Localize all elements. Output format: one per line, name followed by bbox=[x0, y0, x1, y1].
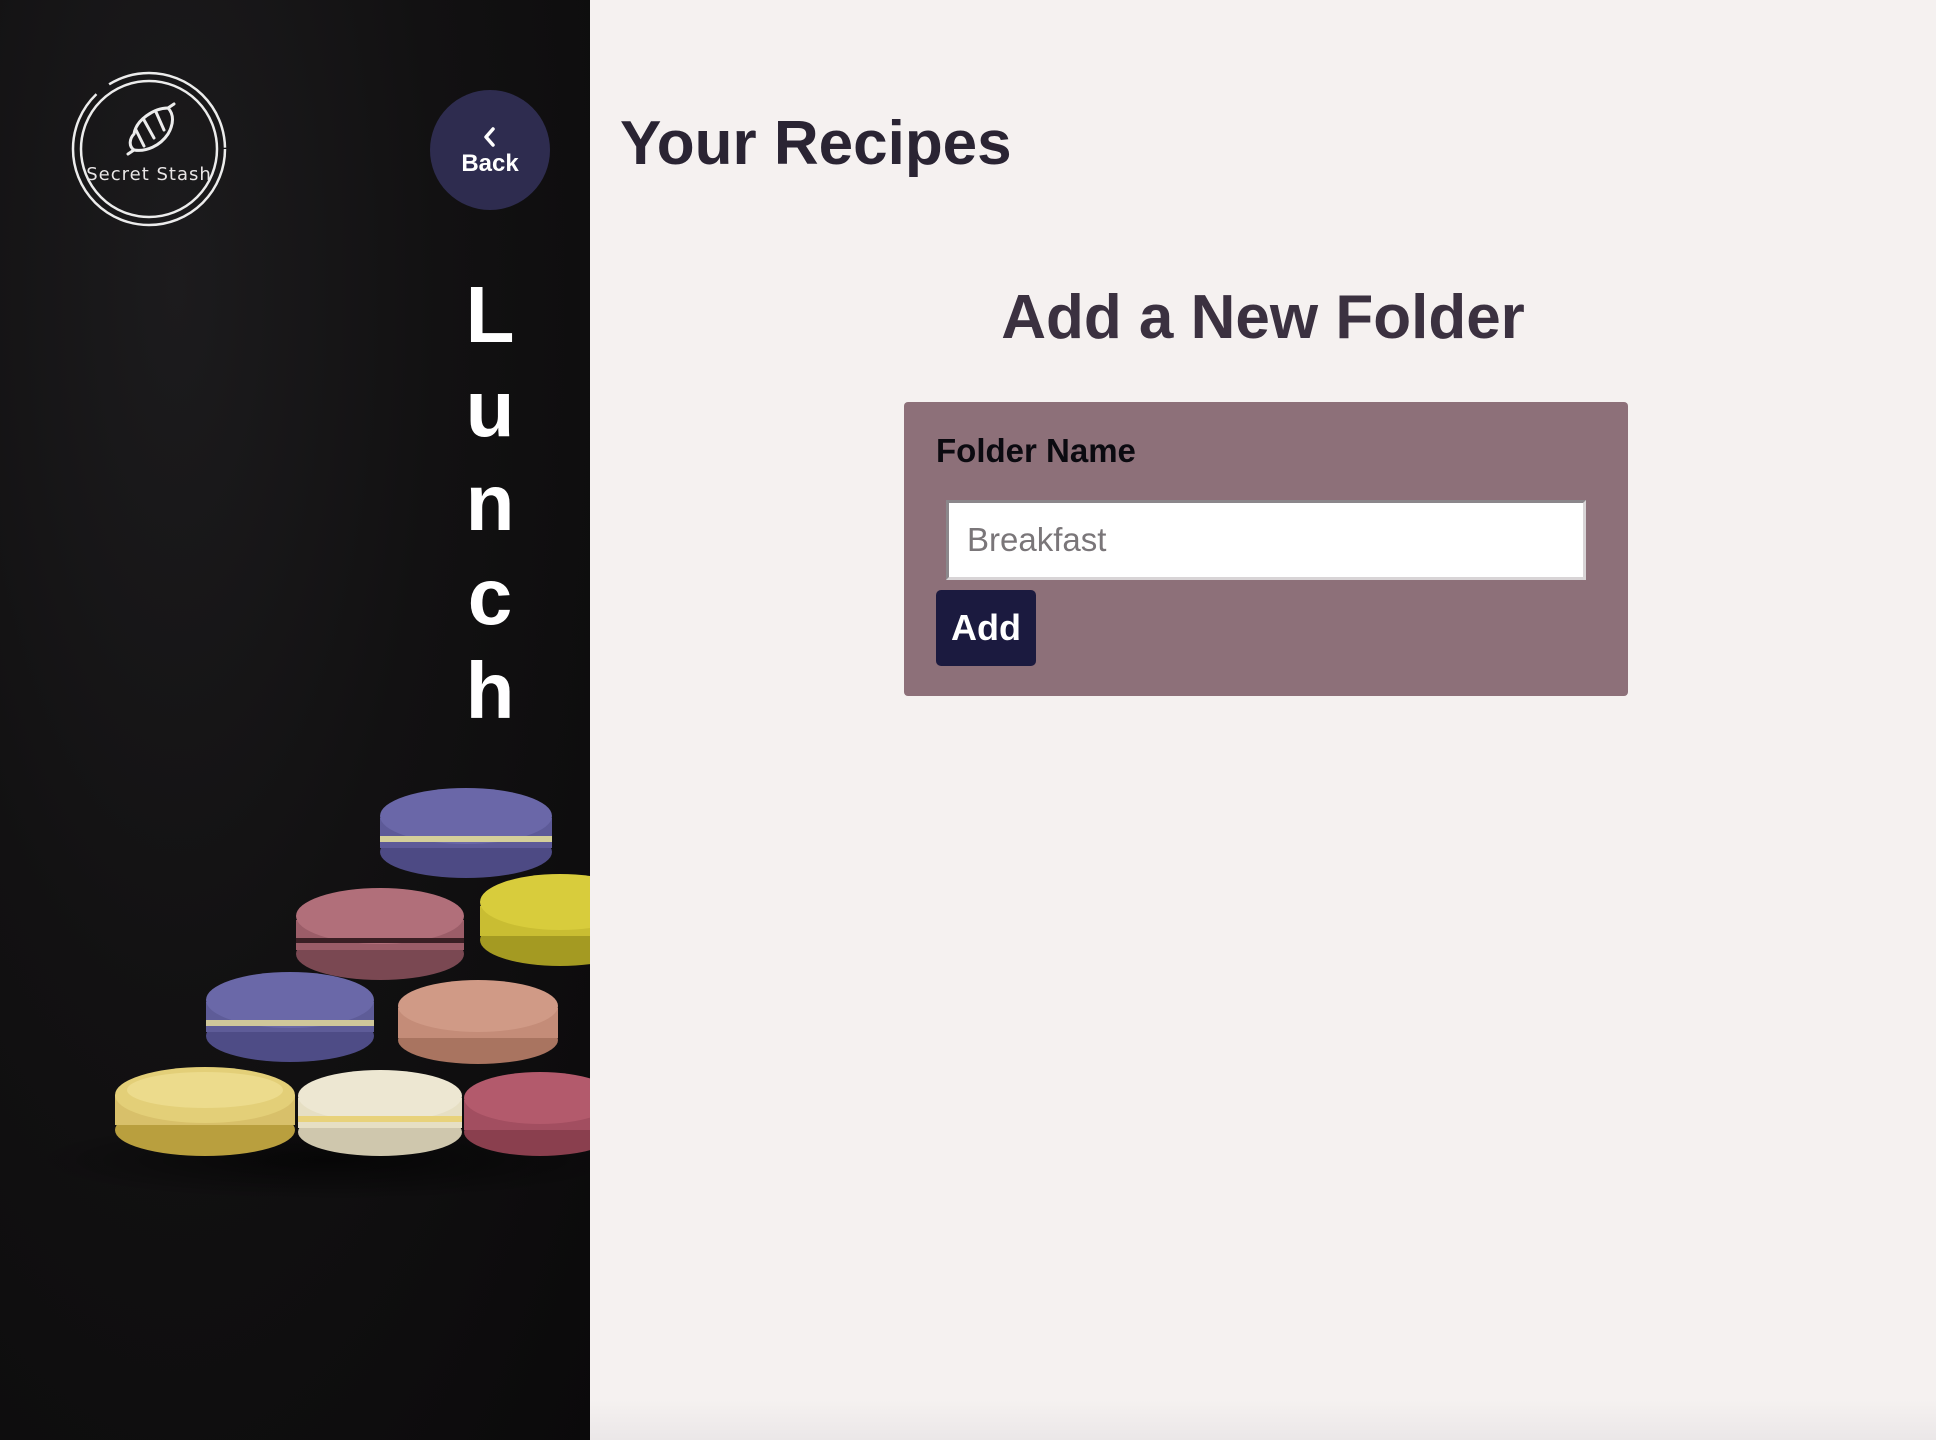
category-title-letter: h bbox=[465, 646, 515, 735]
category-title-letter: c bbox=[467, 552, 513, 641]
back-label: Back bbox=[461, 150, 519, 177]
category-title-letter: L bbox=[465, 270, 515, 359]
category-title: Lunch bbox=[452, 268, 528, 738]
category-title-letter: n bbox=[465, 458, 515, 547]
macarons-photo bbox=[30, 788, 590, 1200]
folder-name-input[interactable] bbox=[946, 500, 1586, 580]
croissant-icon bbox=[126, 102, 176, 156]
logo-text: Secret Stash bbox=[86, 164, 212, 185]
folder-name-label: Folder Name bbox=[936, 432, 1136, 469]
category-title-letter: u bbox=[465, 364, 515, 453]
back-button[interactable]: Back bbox=[430, 90, 550, 210]
page-title: Your Recipes bbox=[620, 109, 1012, 178]
add-button[interactable]: Add bbox=[936, 590, 1036, 666]
add-folder-form: Folder Name Add bbox=[904, 402, 1628, 696]
bottom-fade bbox=[590, 1400, 1936, 1440]
chevron-left-icon bbox=[484, 127, 495, 147]
section-title: Add a New Folder bbox=[1001, 283, 1525, 352]
sidebar: Secret Stash Back Lunch bbox=[0, 0, 590, 1440]
logo[interactable]: Secret Stash bbox=[64, 64, 234, 234]
